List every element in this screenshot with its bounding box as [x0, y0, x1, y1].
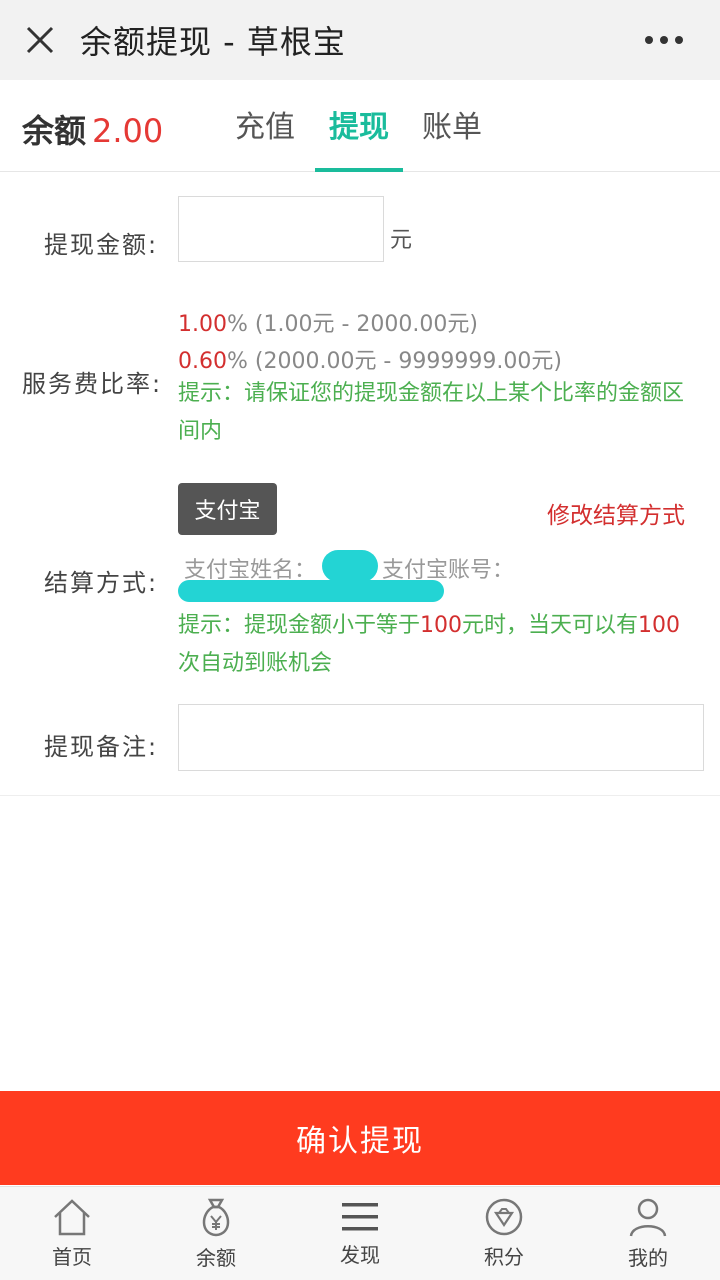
- tab-recharge[interactable]: 充值: [221, 102, 309, 146]
- nav-item-balance[interactable]: 余额: [144, 1187, 288, 1280]
- more-icon: [645, 36, 683, 44]
- modify-settlement-link[interactable]: 修改结算方式: [547, 496, 685, 530]
- nav-item-home[interactable]: 首页: [0, 1187, 144, 1280]
- nav-label: 我的: [628, 1246, 668, 1270]
- money-bag-icon: [202, 1198, 230, 1237]
- confirm-withdraw-button[interactable]: 确认提现: [0, 1091, 720, 1185]
- settle-label: 结算方式:: [44, 569, 159, 597]
- nav-label: 首页: [52, 1245, 92, 1269]
- nav-label: 发现: [340, 1243, 380, 1267]
- amount-label: 提现金额:: [44, 231, 159, 259]
- alipay-method-button[interactable]: 支付宝: [178, 483, 277, 535]
- active-tab-indicator: [315, 168, 403, 172]
- settle-hint-text: 元时，当天可以有: [462, 613, 639, 638]
- nav-label: 余额: [196, 1246, 236, 1270]
- remark-input[interactable]: [178, 704, 704, 771]
- fee-rate-1-value: 1.00: [178, 312, 227, 337]
- amount-unit: 元: [390, 228, 413, 253]
- close-icon: [26, 26, 54, 54]
- settle-hint-text: 提示：提现金额小于等于: [178, 613, 421, 638]
- redaction-mark: [178, 580, 444, 602]
- balance-amount: 2.00: [92, 112, 164, 150]
- fee-rate-1-range: % (1.00元 - 2000.00元): [226, 312, 478, 337]
- tab-bill[interactable]: 账单: [408, 102, 496, 146]
- user-icon: [629, 1198, 667, 1237]
- fee-rate-2-value: 0.60: [178, 349, 227, 374]
- bottom-nav: 首页 余额 发现 积分 我的: [0, 1186, 720, 1280]
- fee-rate-2-range: % (2000.00元 - 9999999.00元): [226, 349, 562, 374]
- balance-label: 余额: [22, 112, 87, 150]
- nav-item-points[interactable]: 积分: [432, 1187, 576, 1280]
- remark-label: 提现备注:: [44, 733, 159, 761]
- settle-hint-limit: 100: [420, 613, 463, 638]
- balance-tab-row: 余额 2.00 充值 提现 账单: [0, 80, 720, 172]
- amount-input[interactable]: [178, 196, 384, 262]
- fee-label: 服务费比率:: [22, 370, 163, 398]
- settle-hint-text: 次自动到账机会: [178, 651, 333, 676]
- nav-item-mine[interactable]: 我的: [576, 1187, 720, 1280]
- menu-icon: [342, 1203, 378, 1231]
- points-icon: [485, 1198, 523, 1236]
- redaction-mark: [322, 550, 378, 582]
- home-icon: [54, 1199, 90, 1236]
- fee-rate-2: 0.60% (2000.00元 - 9999999.00元): [178, 343, 562, 375]
- settle-hint: 提示：提现金额小于等于100元时，当天可以有100次自动到账机会: [178, 607, 698, 683]
- divider: [0, 795, 720, 796]
- fee-hint: 提示：请保证您的提现金额在以上某个比率的金额区间内: [178, 381, 685, 444]
- nav-label: 积分: [484, 1245, 524, 1269]
- balance-display: 余额 2.00: [22, 106, 163, 152]
- page-title: 余额提现 - 草根宝: [80, 23, 346, 61]
- more-button[interactable]: [644, 20, 684, 60]
- settle-hint-count: 100: [638, 613, 681, 638]
- close-button[interactable]: [0, 0, 80, 80]
- fee-rate-1: 1.00% (1.00元 - 2000.00元): [178, 306, 478, 338]
- top-bar: 余额提现 - 草根宝: [0, 0, 720, 80]
- tab-withdraw[interactable]: 提现: [315, 102, 403, 146]
- nav-item-discover[interactable]: 发现: [288, 1187, 432, 1280]
